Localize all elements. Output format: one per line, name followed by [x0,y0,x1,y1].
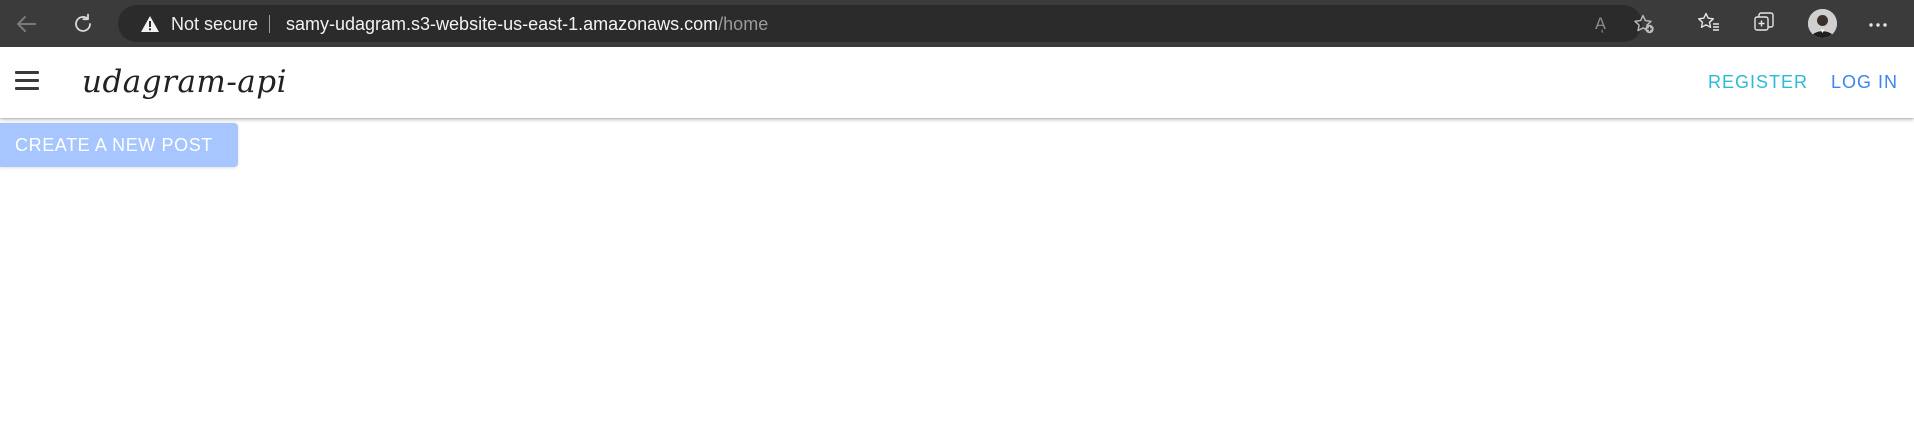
create-post-button[interactable]: CREATE A NEW POST [0,123,238,167]
brand-title: udagram-api [82,64,288,100]
back-button[interactable] [10,8,42,40]
collections-icon [1753,11,1775,38]
favorites-icon [1697,12,1721,37]
read-aloud-glyph: Aͅ [1595,14,1606,33]
url-path: /home [718,14,769,34]
browser-toolbar: Not secure samy-udagram.s3-website-us-ea… [0,0,1914,47]
login-link[interactable]: LOG IN [1831,72,1898,92]
refresh-button[interactable] [67,8,99,40]
collections-button[interactable] [1748,8,1780,40]
favorites-button[interactable] [1693,8,1725,40]
address-separator [269,15,270,33]
refresh-icon [72,13,94,35]
app-header: udagram-api REGISTER LOG IN [0,47,1914,118]
add-favorite-icon[interactable] [1632,14,1656,34]
read-aloud-icon[interactable]: Aͅ [1588,14,1612,34]
address-bar[interactable]: Not secure samy-udagram.s3-website-us-ea… [118,5,1654,42]
url-host: samy-udagram.s3-website-us-east-1.amazon… [286,14,719,34]
warning-icon[interactable] [140,15,160,33]
more-options-button[interactable] [1862,8,1894,40]
register-link[interactable]: REGISTER [1708,72,1808,92]
back-arrow-icon [15,15,37,33]
more-options-icon [1868,15,1888,33]
security-status[interactable]: Not secure [171,14,258,34]
url-text[interactable]: samy-udagram.s3-website-us-east-1.amazon… [286,14,768,34]
profile-avatar[interactable] [1808,9,1837,38]
hamburger-menu-icon[interactable] [15,71,41,91]
